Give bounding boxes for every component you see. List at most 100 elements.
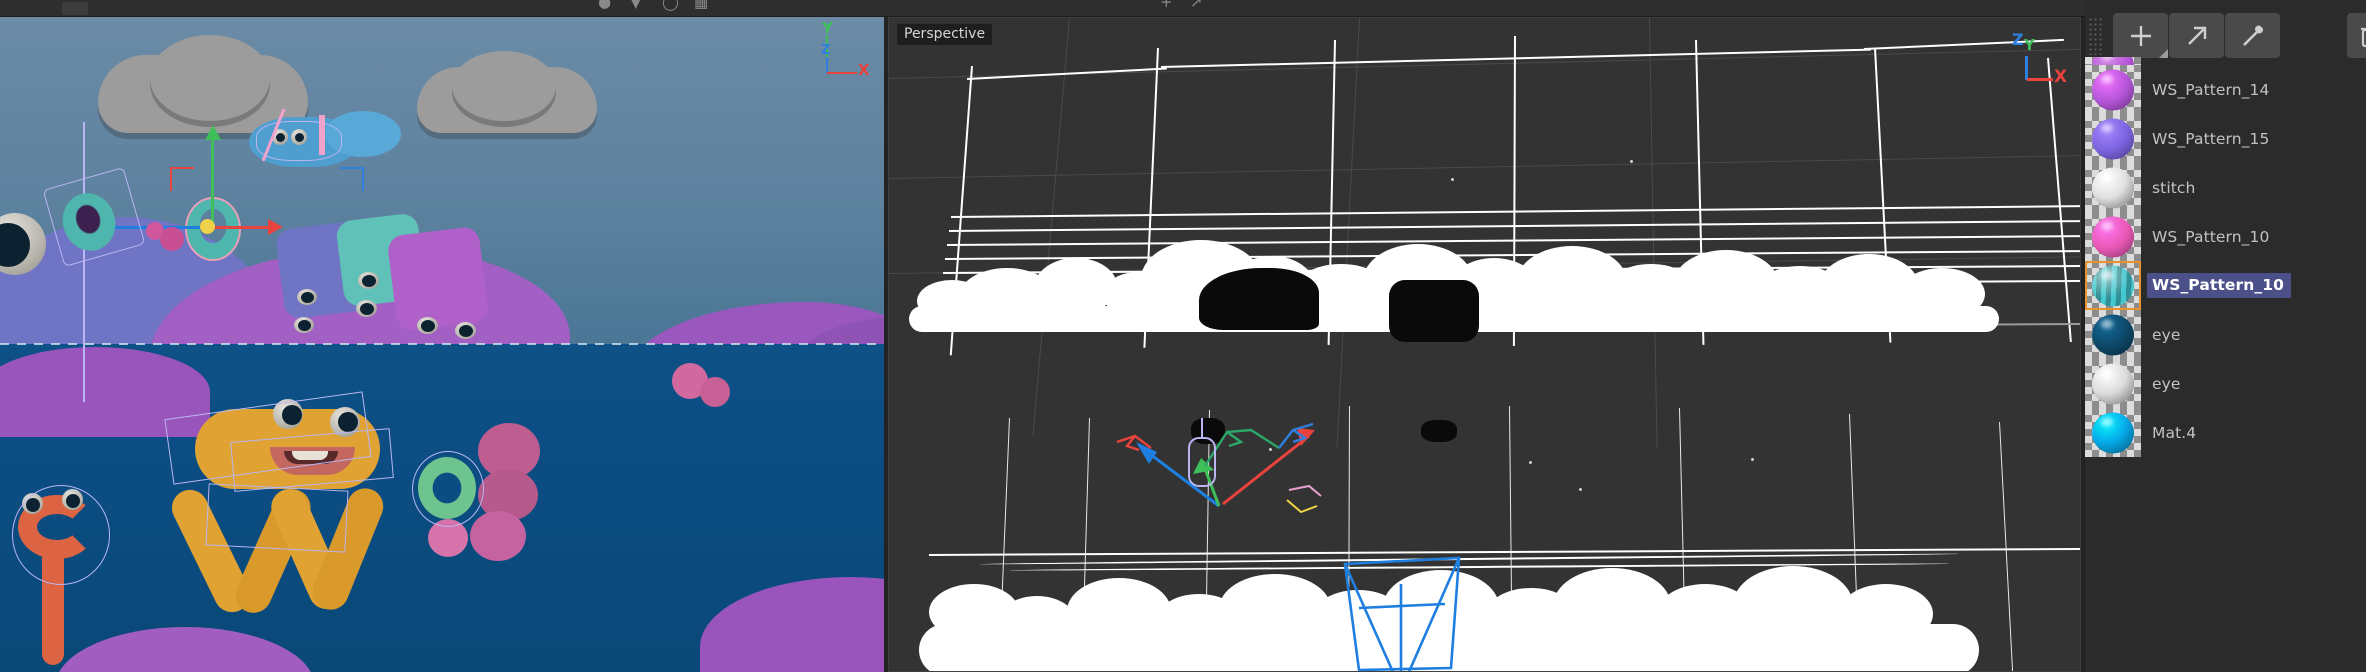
- gizmo-label-z: Z: [821, 43, 831, 58]
- block-pupil-3: [362, 275, 376, 287]
- pick-material-button[interactable]: [2225, 13, 2280, 58]
- pink-handle-1: [319, 115, 325, 155]
- vertex-dot-2: [1630, 160, 1633, 163]
- material-row[interactable]: eye: [2085, 359, 2366, 408]
- material-preview-sphere: [2092, 412, 2134, 453]
- transform-gizmo[interactable]: [889, 18, 2081, 672]
- material-name: Mat.4: [2152, 423, 2197, 442]
- material-preview-sphere: [2092, 167, 2134, 208]
- block-pupil-4: [360, 303, 374, 315]
- material-row[interactable]: stitch: [2085, 163, 2366, 212]
- material-thumbnail[interactable]: [2085, 65, 2141, 114]
- vertex-dot-3: [1529, 461, 1532, 464]
- block-pupil-2: [298, 320, 311, 331]
- circle-outline-icon[interactable]: ◯: [662, 0, 679, 11]
- material-name: eye: [2152, 374, 2181, 393]
- material-row[interactable]: WS_Pattern_10: [2085, 261, 2366, 310]
- block-pupil-6: [459, 325, 473, 337]
- block-purple: [386, 225, 490, 333]
- block-pupil-1: [301, 292, 314, 303]
- red-corner-bracket: [170, 167, 194, 191]
- bone-line: [83, 122, 85, 402]
- material-list[interactable]: WS_Pattern_14 WS_Pattern_15stitch WS_Patte…: [2085, 57, 2366, 672]
- vertex-dot-5: [1269, 448, 1272, 451]
- material-thumbnail[interactable]: [2085, 359, 2141, 408]
- water-horizon-dashes: [0, 343, 884, 345]
- vertex-dot-1: [1451, 178, 1454, 181]
- material-row[interactable]: eye: [2085, 310, 2366, 359]
- vertex-dot-4: [1579, 488, 1582, 491]
- pink-stack-5: [470, 511, 526, 561]
- material-thumbnail[interactable]: [2085, 408, 2141, 457]
- gizmo-center[interactable]: [200, 219, 215, 234]
- arrow-icon[interactable]: ↗: [1190, 0, 1203, 11]
- vertex-dot-6: [1751, 458, 1754, 461]
- material-thumbnail[interactable]: [2085, 163, 2141, 212]
- material-row[interactable]: WS_Pattern_15: [2085, 114, 2366, 163]
- pink-ball-b: [160, 227, 184, 251]
- clipped-shape-dark-1: [1199, 268, 1319, 330]
- material-row[interactable]: WS_Pattern_10: [2085, 212, 2366, 261]
- material-row-partial[interactable]: [2085, 57, 2366, 65]
- material-name: WS_Pattern_14: [2152, 80, 2270, 99]
- layout-icon[interactable]: ▦: [694, 0, 708, 11]
- panel-drag-grip[interactable]: [2088, 17, 2102, 55]
- application-window: ● ▼ ◯ ▦ + ↗ Y Z X Perspective Z Y X WS_P…: [0, 0, 2366, 672]
- green-ring-cage: [412, 451, 484, 527]
- material-thumbnail[interactable]: [2085, 114, 2141, 163]
- material-thumbnail[interactable]: [2085, 310, 2141, 359]
- material-thumbnail: [2085, 57, 2141, 65]
- clipped-shape-dark-2: [1389, 280, 1479, 342]
- material-preview-sphere: [2092, 265, 2134, 306]
- material-toolbar: [2085, 13, 2366, 58]
- gizmo-x-pos[interactable]: [212, 226, 272, 229]
- plus-icon[interactable]: +: [1160, 0, 1173, 11]
- eyedropper-icon: [2242, 24, 2263, 46]
- persp-gizmo-label-x: X: [2054, 67, 2068, 87]
- gizmo-y-axis[interactable]: [211, 137, 214, 231]
- gizmo-y-head[interactable]: [205, 125, 221, 140]
- material-row[interactable]: Mat.4: [2085, 408, 2366, 457]
- material-preview-sphere: [2092, 216, 2134, 257]
- cloud-left-bump: [150, 35, 270, 121]
- camera-viewport[interactable]: Y Z X: [0, 17, 884, 672]
- browse-material-button[interactable]: [2169, 13, 2224, 58]
- material-thumbnail[interactable]: [2085, 261, 2141, 310]
- material-name: stitch: [2152, 178, 2196, 197]
- dropdown-caret-icon[interactable]: ▼: [630, 0, 642, 11]
- top-toolbar: ● ▼ ◯ ▦ + ↗: [0, 0, 2366, 17]
- material-thumbnail[interactable]: [2085, 212, 2141, 261]
- pink-stack-2: [700, 377, 730, 407]
- material-name: WS_Pattern_10: [2147, 273, 2292, 298]
- add-material-button[interactable]: [2113, 13, 2168, 58]
- material-preview-sphere: [2092, 314, 2134, 355]
- persp-gizmo-label-y: Y: [2024, 36, 2035, 54]
- cloud-right-bump: [452, 51, 556, 121]
- orange-worm-cage: [12, 485, 110, 585]
- plus-icon: [2130, 25, 2151, 46]
- camera-viewport-axis-gizmo[interactable]: Y Z X: [798, 19, 870, 91]
- toolbar-pill-1[interactable]: [62, 2, 88, 15]
- arrow-up-right-icon: [2187, 26, 2206, 45]
- material-row[interactable]: WS_Pattern_14: [2085, 65, 2366, 114]
- clipped-shape-dark-4: [1421, 420, 1457, 442]
- material-name: eye: [2152, 325, 2181, 344]
- material-name: WS_Pattern_15: [2152, 129, 2270, 148]
- trash-icon: [2361, 27, 2366, 47]
- block-pupil-5: [421, 320, 435, 332]
- material-properties-panel: WS_Pattern_14 WS_Pattern_15stitch WS_Patte…: [2085, 0, 2366, 672]
- material-name: WS_Pattern_10: [2152, 227, 2270, 246]
- material-preview-sphere: [2092, 363, 2134, 404]
- clipped-shape-dark-3: [1191, 418, 1225, 444]
- perspective-viewport-axis-gizmo[interactable]: Z Y X: [1996, 24, 2068, 90]
- delete-material-button[interactable]: [2347, 13, 2366, 58]
- perspective-viewport[interactable]: Perspective Z Y X: [888, 17, 2081, 672]
- gizmo-label-x: X: [858, 61, 870, 79]
- perspective-viewport-label: Perspective: [897, 24, 993, 45]
- material-preview-sphere: [2092, 118, 2134, 159]
- gizmo-label-y: Y: [822, 19, 833, 37]
- clipped-cloud-band-low: [919, 624, 1979, 671]
- persp-gizmo-label-z: Z: [2012, 30, 2024, 49]
- sphere-shading-icon[interactable]: ●: [598, 0, 611, 11]
